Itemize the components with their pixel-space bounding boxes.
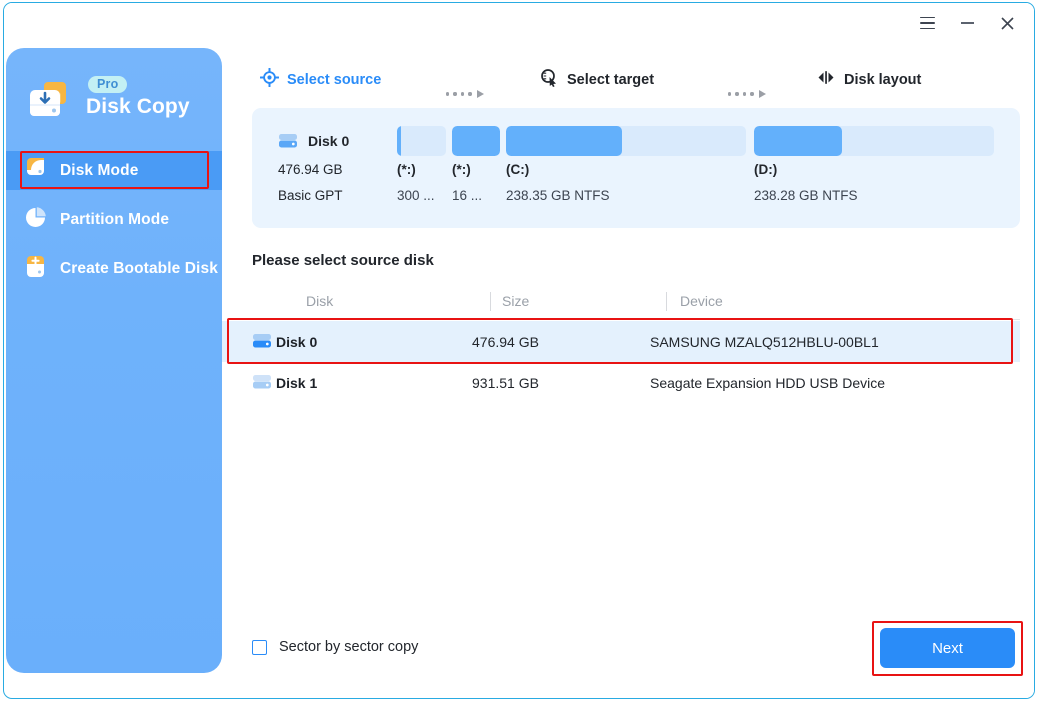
create-bootable-disk-icon [24,255,47,283]
checkbox-box-icon [252,639,267,655]
partition-bar[interactable] [754,126,994,156]
partition-bar[interactable] [506,126,746,156]
step-connector [728,90,766,98]
workflow-stepper: Select source Select target Disk layout [222,64,1034,98]
disk-mode-icon [24,157,47,185]
minimize-icon[interactable] [952,9,982,37]
title-bar [4,3,1034,45]
sidebar-item-create-bootable-disk[interactable]: Create Bootable Disk [6,249,222,288]
partition-info: 238.28 GB NTFS [754,188,858,203]
partition-bar[interactable] [397,126,446,156]
partition-letter: (*:) [452,162,471,177]
step-connector [446,90,484,98]
main-content: Select source Select target Disk layout … [222,45,1034,698]
brand: Pro Disk Copy [26,74,206,136]
partition-info: 16 ... [452,188,483,203]
next-button[interactable]: Next [880,628,1015,668]
sidebar: Pro Disk Copy Disk Mode Partition Mode C… [6,48,222,673]
pro-badge: Pro [88,76,128,93]
partition-letter: (*:) [397,162,416,177]
partition-used-fill [506,126,622,156]
table-title: Please select source disk [252,252,434,269]
checkbox-label: Sector by sector copy [279,639,419,655]
step-select-source[interactable]: Select source [259,64,382,96]
table-header: Disk Size Device [252,290,1020,320]
brand-title: Disk Copy [86,95,190,118]
sidebar-item-label: Partition Mode [60,210,170,228]
hard-disk-icon [252,332,272,355]
row-disk-size: 476.94 GB [472,333,539,350]
partition-mode-icon [24,206,47,234]
target-crosshair-icon [259,67,280,92]
step-label: Select target [567,72,655,88]
step-label: Select source [287,72,382,88]
partition-letter: (C:) [506,162,530,177]
table-row[interactable]: Disk 1 931.51 GB Seagate Expansion HDD U… [222,362,1020,403]
partition-used-fill [397,126,401,156]
disk-layout-icon [816,69,836,91]
row-disk-device: SAMSUNG MZALQ512HBLU-00BL1 [650,333,879,350]
sidebar-item-disk-mode[interactable]: Disk Mode [6,151,222,190]
column-separator [490,292,491,311]
disk-layout-panel: Disk 0 476.94 GB Basic GPT (*:) 300 ... … [252,108,1020,228]
row-disk-size: 931.51 GB [472,374,539,391]
sidebar-item-label: Create Bootable Disk [60,259,218,277]
row-disk-name: Disk 0 [276,333,318,350]
layout-disk-type: Basic GPT [278,188,343,203]
column-header-device: Device [680,293,723,309]
magnifier-cursor-icon [540,68,559,92]
menu-icon[interactable] [912,9,942,37]
column-header-disk: Disk [306,293,334,309]
partition-used-fill [754,126,842,156]
application-window: Pro Disk Copy Disk Mode Partition Mode C… [3,2,1035,699]
step-label: Disk layout [844,72,922,88]
row-disk-name: Disk 1 [276,374,318,391]
disk-copy-logo-icon [28,80,76,126]
step-disk-layout[interactable]: Disk layout [816,64,921,96]
hard-disk-icon [252,373,272,396]
row-disk-device: Seagate Expansion HDD USB Device [650,374,886,391]
column-separator [666,292,667,311]
hard-disk-icon [278,132,298,155]
sector-by-sector-copy-checkbox[interactable]: Sector by sector copy [252,639,418,655]
layout-disk-size: 476.94 GB [278,162,343,177]
partition-bar[interactable] [452,126,500,156]
table-row[interactable]: Disk 0 476.94 GB SAMSUNG MZALQ512HBLU-00… [222,321,1020,362]
partition-info: 238.35 GB NTFS [506,188,610,203]
sidebar-item-partition-mode[interactable]: Partition Mode [6,200,222,239]
partition-letter: (D:) [754,162,778,177]
partition-used-fill [452,126,500,156]
step-select-target[interactable]: Select target [540,64,654,96]
layout-disk-name: Disk 0 [308,133,350,149]
sidebar-item-label: Disk Mode [60,161,139,179]
close-icon[interactable] [992,9,1022,37]
column-header-size: Size [502,293,530,309]
partition-info: 300 ... [397,188,435,203]
